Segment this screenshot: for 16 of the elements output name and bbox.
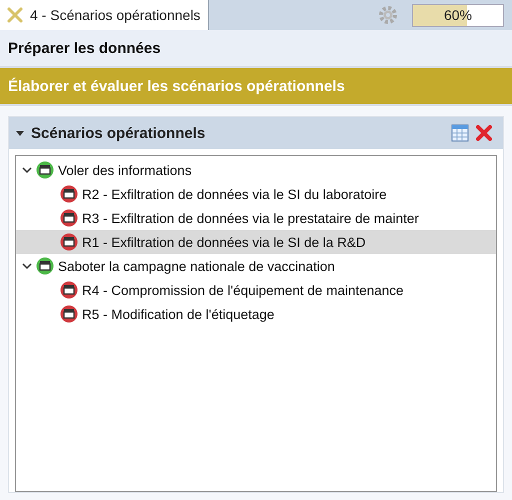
panel-title: Scénarios opérationnels (31, 124, 206, 142)
table-icon[interactable] (451, 124, 469, 142)
progress-reading: 60% (442, 6, 474, 24)
tree-item[interactable]: R4 - Compromission de l'équipement de maintenance (16, 278, 496, 302)
close-icon[interactable] (475, 124, 493, 142)
step-item[interactable]: Préparer les données (0, 30, 512, 68)
chevron-icon[interactable] (22, 165, 32, 175)
tab[interactable]: 4 - Scénarios opérationnels (0, 0, 210, 30)
chevron-icon[interactable] (22, 261, 32, 271)
tree-item[interactable]: Voler des informations (16, 158, 496, 182)
tree-item[interactable]: R5 - Modification de l'étiquetage (16, 302, 496, 326)
tree-item[interactable]: R3 - Exfiltration de données via le prestataire de mainter (16, 206, 496, 230)
tree-item[interactable]: R1 - Exfiltration de données via le SI de la R&D (16, 230, 496, 254)
tree-item[interactable]: R2 - Exfiltration de données via le SI du laboratoire (16, 182, 496, 206)
tree-item[interactable]: Saboter la campagne nationale de vaccination (16, 254, 496, 278)
triangle-icon[interactable] (15, 128, 25, 138)
